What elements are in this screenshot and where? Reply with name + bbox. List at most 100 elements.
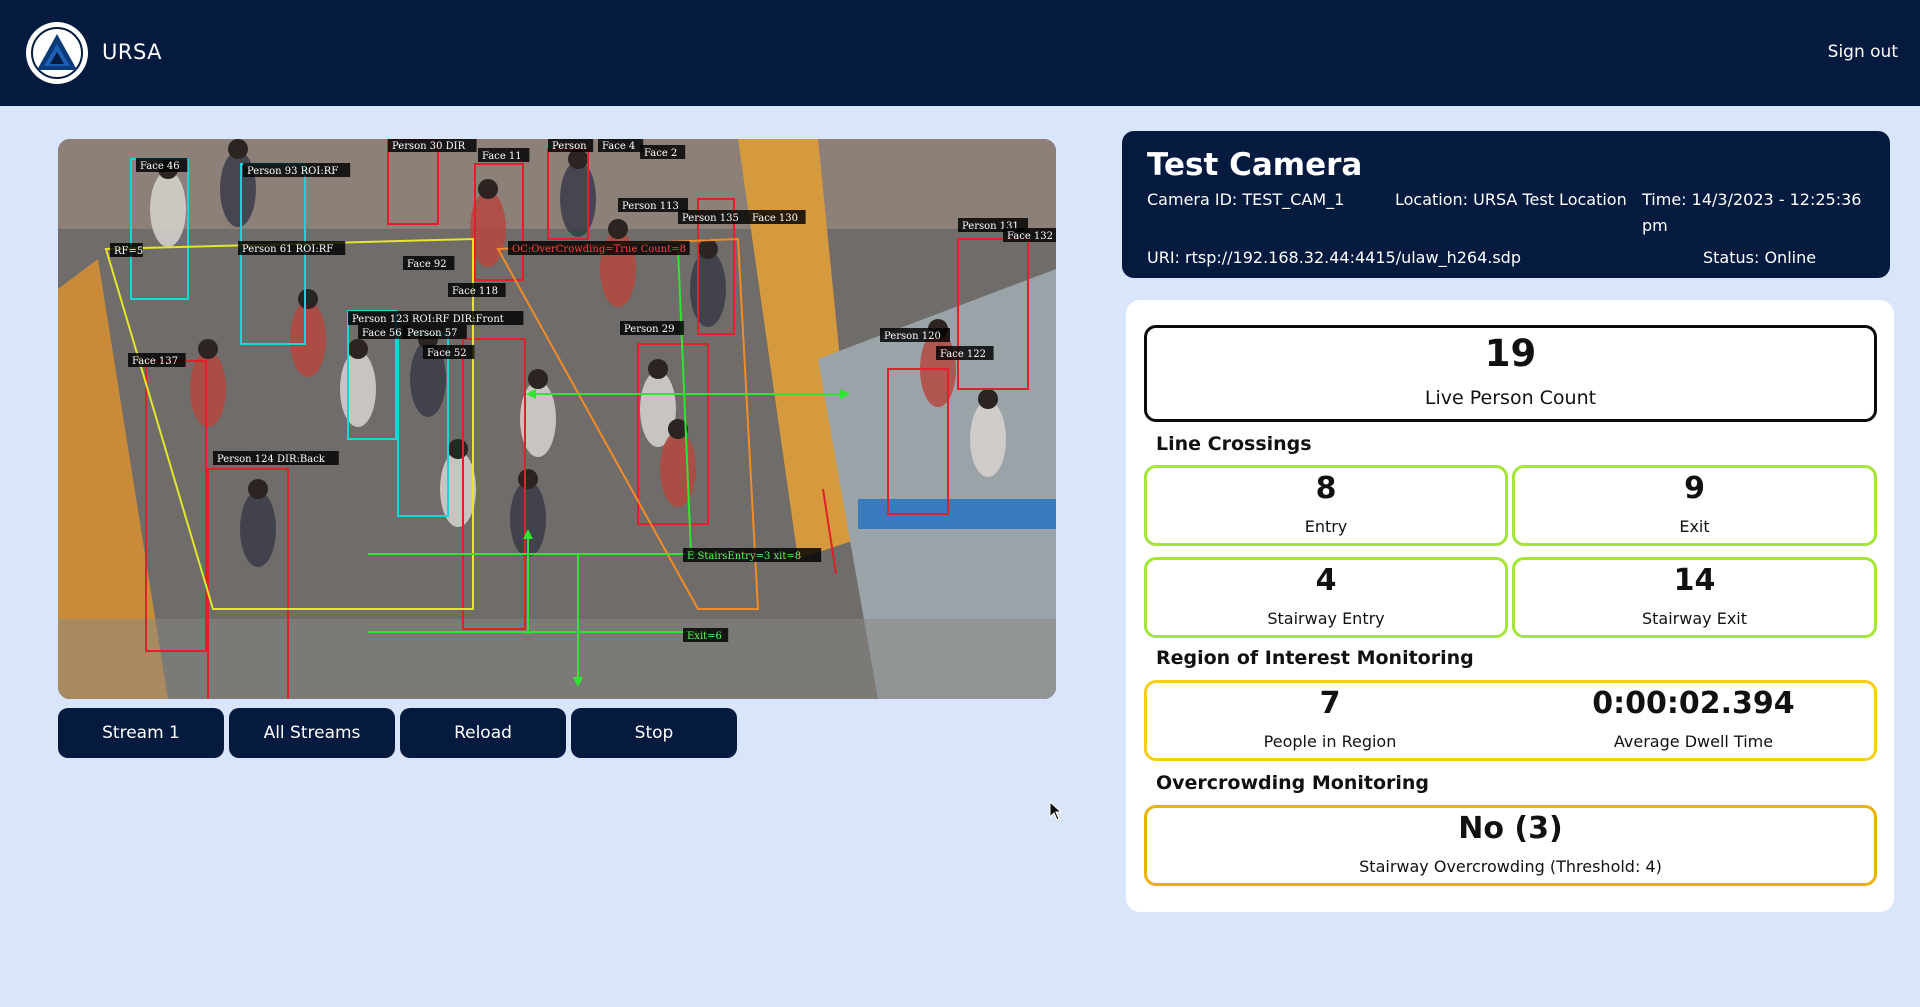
stairway-exit-value: 14 — [1673, 563, 1716, 598]
camera-location: Location: URSA Test Location — [1395, 190, 1627, 209]
overcrowding-value: No (3) — [1458, 811, 1563, 846]
overlay-label-text: Person 30 DIR — [392, 141, 466, 152]
scene-pedestrian — [240, 491, 276, 567]
live-person-count-label: Live Person Count — [1424, 387, 1597, 409]
camera-video-feed[interactable]: Face 46 Person 93 ROI:RF RF=5 Person 61 ROI… — [58, 139, 1056, 699]
overlay-label-text: Person 124 DIR:Back — [217, 454, 326, 465]
line-crossings-title: Line Crossings — [1156, 433, 1312, 455]
overlay-label-text: Person — [552, 141, 587, 152]
camera-uri: URI: rtsp://192.168.32.44:4415/ulaw_h264… — [1147, 248, 1521, 267]
overlay-label-text: Person 113 — [622, 201, 679, 212]
camera-status: Status: Online — [1703, 248, 1817, 267]
stairway-entry-card: 4 Stairway Entry — [1144, 557, 1508, 638]
exit-label: Exit — [1679, 517, 1710, 536]
overlay-label-text: Person 93 ROI:RF — [247, 166, 338, 177]
average-dwell-time: 0:00:02.394 Average Dwell Time — [1513, 683, 1874, 758]
scene-pedestrian — [220, 151, 256, 227]
scene-pedestrian-head — [518, 469, 538, 489]
stairway-exit-card: 14 Stairway Exit — [1512, 557, 1877, 638]
scene-pedestrian-head — [978, 389, 998, 409]
scene-pedestrian-head — [698, 239, 718, 259]
stairway-exit-label: Stairway Exit — [1642, 609, 1747, 628]
scene-pedestrian — [290, 301, 326, 377]
overlay-label-text: Face 4 — [602, 141, 635, 152]
overlay-label-text: Face 52 — [427, 348, 467, 359]
overlay-label-text: Person 120 — [884, 331, 941, 342]
brand-name: URSA — [102, 40, 163, 64]
scene-pedestrian-head — [448, 439, 468, 459]
stairway-entry-value: 4 — [1315, 563, 1337, 598]
ursa-logo[interactable] — [26, 22, 88, 84]
scene-pedestrian-head — [528, 369, 548, 389]
stairway-entry-label: Stairway Entry — [1267, 609, 1385, 628]
overlay-label-text: Face 137 — [132, 356, 178, 367]
overlay-label-text: Person 135 — [682, 213, 739, 224]
scene-pedestrian — [150, 171, 186, 247]
exit-value: 9 — [1684, 471, 1705, 506]
overlay-label-text: OC:OverCrowding=True Count=8 — [512, 244, 686, 255]
overlay-label-text: Face 56 — [362, 328, 402, 339]
people-in-region-label: People in Region — [1263, 732, 1397, 751]
scene-pedestrian — [970, 401, 1006, 477]
people-in-region: 7 People in Region — [1147, 683, 1513, 758]
stream-1-button[interactable]: Stream 1 — [58, 708, 224, 758]
scene-pedestrian-head — [608, 219, 628, 239]
overlay-label-text: Face 122 — [940, 349, 986, 360]
scene-pedestrian — [690, 251, 726, 327]
overcrowding-card: No (3) Stairway Overcrowding (Threshold:… — [1144, 805, 1877, 886]
overlay-label-text: Face 132 — [1007, 231, 1053, 242]
roi-card: 7 People in Region 0:00:02.394 Average D… — [1144, 680, 1877, 761]
stream-controls: Stream 1 All Streams Reload Stop — [58, 708, 737, 758]
entry-card: 8 Entry — [1144, 465, 1508, 546]
mouse-pointer-icon — [1049, 800, 1063, 825]
scene-pedestrian — [190, 351, 226, 427]
entry-value: 8 — [1315, 471, 1337, 506]
overcrowding-monitoring-title: Overcrowding Monitoring — [1156, 772, 1430, 794]
scene-pedestrian-head — [298, 289, 318, 309]
overlay-label-text: Face 118 — [452, 286, 498, 297]
overcrowding-label: Stairway Overcrowding (Threshold: 4) — [1359, 857, 1662, 876]
camera-time: Time: 14/3/2023 - 12:25:36 — [1642, 190, 1862, 209]
entry-label: Entry — [1304, 517, 1348, 536]
all-streams-button[interactable]: All Streams — [229, 708, 395, 758]
overlay-label-text: Face 46 — [140, 161, 180, 172]
scene-far-wall — [58, 139, 1056, 229]
overlay-label-text: Face 92 — [407, 259, 447, 270]
overlay-label-text: Face 130 — [752, 213, 798, 224]
live-person-count-card: 19 Live Person Count — [1144, 325, 1877, 422]
overlay-label-text: Person 61 ROI:RF — [242, 244, 333, 255]
camera-title: Test Camera — [1147, 147, 1363, 183]
stop-button[interactable]: Stop — [571, 708, 737, 758]
scene-pedestrian-head — [228, 139, 248, 159]
reload-button[interactable]: Reload — [400, 708, 566, 758]
scene-pedestrian-head — [478, 179, 498, 199]
scene-pedestrian-head — [198, 339, 218, 359]
sign-out-link[interactable]: Sign out — [1828, 42, 1898, 62]
scene-pedestrian — [660, 431, 696, 507]
scene-pedestrian-head — [248, 479, 268, 499]
average-dwell-time-label: Average Dwell Time — [1613, 732, 1774, 751]
exit-card: 9 Exit — [1512, 465, 1877, 546]
people-in-region-value: 7 — [1319, 686, 1341, 721]
overlay-label-text: Person 29 — [624, 324, 674, 335]
live-person-count-value: 19 — [1484, 332, 1537, 375]
analytics-panel: 19 Live Person Count Line Crossings 8 En… — [1126, 300, 1894, 912]
scene-pedestrian-head — [348, 339, 368, 359]
overlay-label-text: Exit=6 — [687, 631, 722, 642]
average-dwell-time-value: 0:00:02.394 — [1592, 686, 1795, 721]
overlay-label-text: E StairsEntry=3 xit=8 — [687, 551, 801, 562]
overlay-label-text: Person 57 — [407, 328, 457, 339]
roi-monitoring-title: Region of Interest Monitoring — [1156, 647, 1474, 669]
overlay-label-text: Face 11 — [482, 151, 522, 162]
camera-id: Camera ID: TEST_CAM_1 — [1147, 190, 1345, 209]
camera-info-panel: Test Camera Camera ID: TEST_CAM_1 Locati… — [1122, 131, 1890, 278]
scene-pedestrian — [560, 161, 596, 237]
overlay-label-text: RF=5 — [114, 246, 143, 257]
scene-pedestrian — [340, 351, 376, 427]
overlay-label-text: Face 2 — [644, 148, 677, 159]
overlay-label-text: Person 123 ROI:RF DIR:Front — [352, 314, 504, 325]
video-overlay: Face 46 Person 93 ROI:RF RF=5 Person 61 ROI… — [58, 139, 1056, 699]
scene-pedestrian-head — [648, 359, 668, 379]
top-navbar: URSA Sign out — [0, 0, 1920, 106]
camera-time-suffix: pm — [1642, 216, 1668, 235]
